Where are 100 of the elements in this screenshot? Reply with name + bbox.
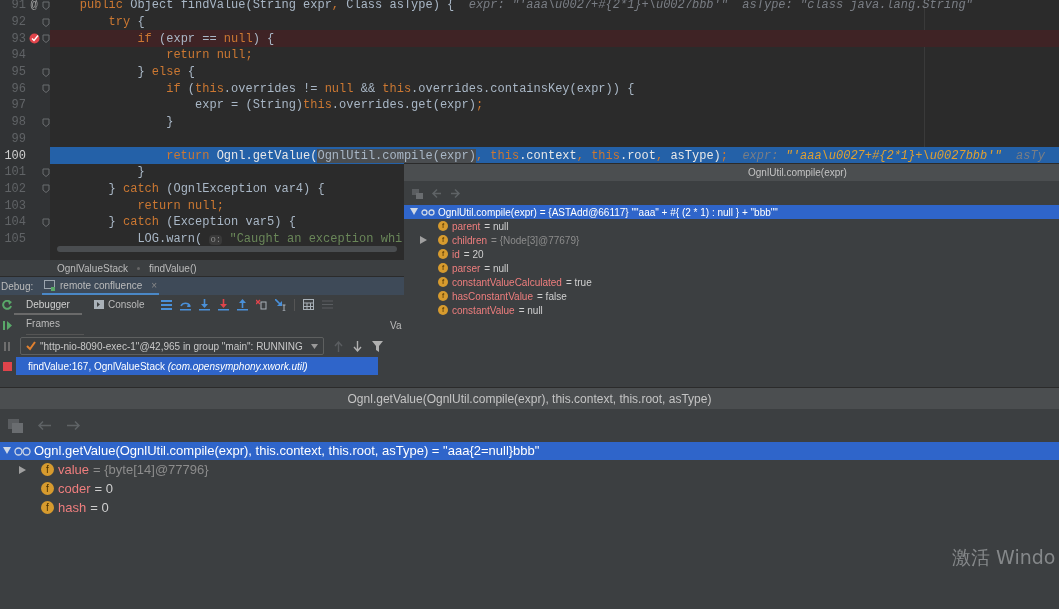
field-name: children — [452, 233, 488, 248]
frame-row[interactable]: findValue:167, OgnlValueStack (com.opensymphony.xwork.util) — [16, 357, 378, 375]
scrollbar[interactable] — [57, 246, 397, 252]
field-value: = false — [537, 289, 567, 304]
filter-icon[interactable] — [372, 340, 383, 352]
field-badge: f — [438, 249, 448, 259]
code-line: if (this.overrides != null && this.overrides.containsKey(expr)) { — [165, 80, 635, 98]
dropdown-arrow-icon — [311, 343, 318, 349]
field-name: hasConstantValue — [452, 289, 533, 304]
debug-tab[interactable]: Debugger — [14, 295, 82, 315]
up-arrow-icon[interactable] — [334, 340, 343, 352]
console-icon — [93, 299, 104, 309]
field-badge: f — [438, 235, 448, 245]
forward-arrow-icon[interactable] — [66, 418, 81, 433]
field-value: = {Node[3]@77679} — [491, 233, 580, 248]
up-arrow-icon[interactable] — [236, 299, 248, 311]
forward-arrow-icon[interactable] — [450, 187, 461, 199]
field-name: parser — [452, 261, 481, 276]
code-line: expr = (String)this.overrides.get(expr); — [194, 97, 484, 115]
down-arrow-icon[interactable] — [353, 340, 362, 352]
field-value: = null — [484, 261, 509, 276]
code-line: } else { — [136, 64, 196, 82]
fold-marker-icon[interactable] — [42, 117, 50, 127]
stack-icon[interactable] — [412, 187, 423, 199]
field-value: = {byte[14]@77796} — [93, 460, 209, 479]
stack-icon[interactable] — [8, 418, 23, 433]
field-value: = 20 — [463, 247, 484, 262]
fold-marker-icon[interactable] — [42, 67, 50, 77]
field-badge: f — [41, 501, 54, 514]
list-icon[interactable] — [321, 299, 333, 311]
debug-tab[interactable]: Console — [81, 295, 157, 315]
field-value: = 0 — [90, 498, 109, 517]
fold-marker-icon[interactable] — [42, 167, 50, 177]
fold-marker-icon[interactable] — [42, 0, 50, 10]
curved-arrow-icon[interactable] — [179, 299, 191, 311]
code-line: } — [165, 114, 174, 132]
cursor-arrow-icon[interactable] — [274, 299, 286, 311]
field-value: = null — [518, 303, 543, 318]
collapsed-triangle-icon[interactable] — [19, 465, 26, 474]
field-value: = true — [565, 275, 592, 290]
breakpoint-icon[interactable] — [28, 33, 40, 45]
stop-icon[interactable] — [1, 360, 13, 372]
thread-dropdown[interactable]: "http-nio-8090-exec-1"@42,965 in group "main": RUNNING — [20, 337, 324, 355]
expanded-triangle-icon[interactable] — [410, 208, 418, 216]
checkmark-icon — [26, 341, 36, 351]
code-line: } catch (OgnlException var4) { — [107, 180, 325, 198]
code-line: return null; — [136, 197, 224, 215]
field-badge: f — [41, 463, 54, 476]
glasses-icon — [421, 208, 435, 216]
line-number: 100 — [3, 147, 26, 165]
field-badge: f — [438, 277, 448, 287]
field-badge: f — [438, 291, 448, 301]
code-line: } catch (Exception var5) { — [107, 214, 296, 232]
frames-header: Frames — [26, 315, 84, 335]
back-arrow-icon[interactable] — [37, 418, 52, 433]
down-arrow-icon[interactable] — [198, 299, 210, 311]
window-icon — [44, 279, 56, 291]
field-badge: f — [438, 263, 448, 273]
field-badge: f — [41, 482, 54, 495]
fold-marker-icon[interactable] — [42, 17, 50, 27]
field-name: coder — [58, 479, 91, 498]
pause-icon[interactable] — [1, 340, 13, 352]
field-name: id — [452, 247, 460, 262]
field-name: hash — [58, 498, 87, 517]
field-name: constantValueCalculated — [452, 275, 562, 290]
fold-marker-icon[interactable] — [42, 34, 50, 44]
tree-row[interactable]: Ognl.getValue(OgnlUtil.compile(expr), this.context, this.root, asType) = "aaa{2=null}bbb" — [0, 442, 1059, 460]
code-line: try { — [107, 14, 145, 32]
override-marker[interactable]: @ — [30, 0, 38, 15]
expanded-triangle-icon[interactable] — [3, 447, 11, 455]
field-value: = 0 — [94, 479, 113, 498]
variables-header: Va — [390, 318, 403, 333]
cross-frame-icon[interactable] — [255, 299, 267, 311]
resume-icon[interactable] — [1, 319, 13, 331]
fold-marker-icon[interactable] — [42, 84, 50, 94]
panel-label: Debug: — [0, 279, 35, 294]
code-line: return null; — [165, 47, 253, 65]
code-line: public Object findValue(String expr, Class asType) { expr: "'aaa\u0027+#{2*1}+\u0027bbb'" asType: "class java.lang.String" — [78, 0, 973, 15]
session-tab[interactable]: remote confluence × — [42, 277, 160, 295]
code-line: if (expr == null) { — [136, 30, 275, 48]
lines-icon[interactable] — [160, 299, 172, 311]
fold-marker-icon[interactable] — [42, 217, 50, 227]
popup-title: Ognl.getValue(OgnlUtil.compile(expr), this.context, this.root, asType) — [347, 390, 712, 408]
tree-row[interactable]: OgnlUtil.compile(expr) = {ASTAdd@66117} ""aaa" + #{ (2 * 1) : null } + "bbb"" — [404, 205, 1059, 219]
field-name: constantValue — [452, 303, 515, 318]
down-arrow-icon[interactable] — [217, 299, 229, 311]
calculator-icon[interactable] — [302, 299, 314, 311]
collapsed-triangle-icon[interactable] — [420, 236, 427, 244]
breadcrumb-item[interactable]: findValue() — [148, 260, 197, 276]
fold-marker-icon[interactable] — [42, 184, 50, 194]
field-name: parent — [452, 219, 481, 234]
glasses-icon — [14, 446, 31, 456]
breadcrumb-item[interactable]: OgnlValueStack — [57, 260, 128, 276]
field-badge: f — [438, 221, 448, 231]
field-value: = null — [484, 219, 509, 234]
rerun-icon[interactable] — [1, 299, 13, 311]
back-arrow-icon[interactable] — [431, 187, 442, 199]
activation-notice: 激活 Windo — [952, 545, 1056, 570]
code-line: } — [136, 164, 145, 182]
code-line: LOG.warn( o: "Caught an exception whi — [136, 230, 403, 248]
